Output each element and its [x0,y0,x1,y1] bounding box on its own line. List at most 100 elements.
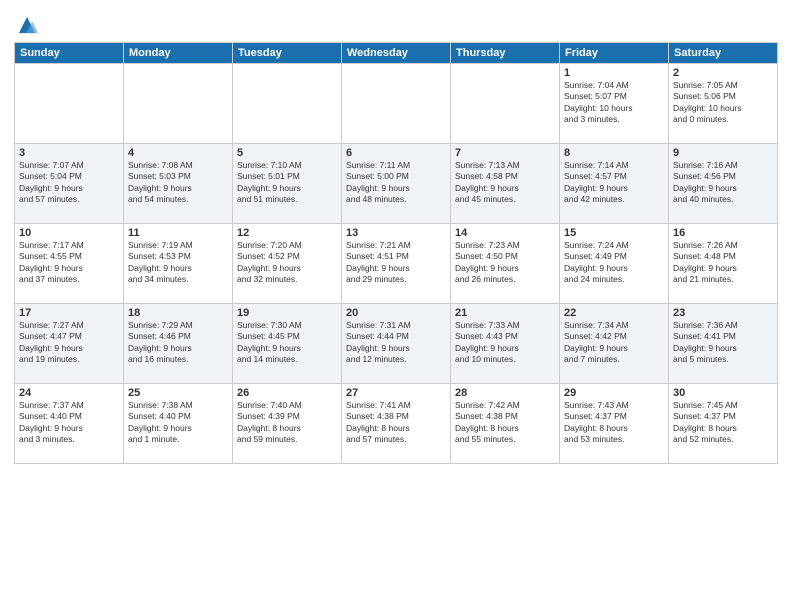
day-info: Sunrise: 7:34 AM Sunset: 4:42 PM Dayligh… [564,320,664,366]
day-number: 19 [237,307,337,319]
calendar-cell: 21Sunrise: 7:33 AM Sunset: 4:43 PM Dayli… [451,304,560,384]
day-number: 5 [237,147,337,159]
day-info: Sunrise: 7:45 AM Sunset: 4:37 PM Dayligh… [673,400,773,446]
day-number: 20 [346,307,446,319]
week-row-3: 10Sunrise: 7:17 AM Sunset: 4:55 PM Dayli… [15,224,778,304]
week-row-2: 3Sunrise: 7:07 AM Sunset: 5:04 PM Daylig… [15,144,778,224]
day-info: Sunrise: 7:26 AM Sunset: 4:48 PM Dayligh… [673,240,773,286]
day-number: 25 [128,387,228,399]
logo-icon [16,14,38,36]
calendar-table: SundayMondayTuesdayWednesdayThursdayFrid… [14,42,778,464]
calendar-cell: 30Sunrise: 7:45 AM Sunset: 4:37 PM Dayli… [669,384,778,464]
calendar-cell [124,64,233,144]
day-info: Sunrise: 7:21 AM Sunset: 4:51 PM Dayligh… [346,240,446,286]
header [14,10,778,36]
day-info: Sunrise: 7:24 AM Sunset: 4:49 PM Dayligh… [564,240,664,286]
day-number: 1 [564,67,664,79]
calendar-cell: 11Sunrise: 7:19 AM Sunset: 4:53 PM Dayli… [124,224,233,304]
day-number: 24 [19,387,119,399]
calendar-cell: 23Sunrise: 7:36 AM Sunset: 4:41 PM Dayli… [669,304,778,384]
calendar-cell: 8Sunrise: 7:14 AM Sunset: 4:57 PM Daylig… [560,144,669,224]
day-number: 30 [673,387,773,399]
calendar-cell: 3Sunrise: 7:07 AM Sunset: 5:04 PM Daylig… [15,144,124,224]
calendar-cell: 6Sunrise: 7:11 AM Sunset: 5:00 PM Daylig… [342,144,451,224]
day-info: Sunrise: 7:29 AM Sunset: 4:46 PM Dayligh… [128,320,228,366]
header-row: SundayMondayTuesdayWednesdayThursdayFrid… [15,43,778,64]
day-info: Sunrise: 7:40 AM Sunset: 4:39 PM Dayligh… [237,400,337,446]
calendar-cell: 20Sunrise: 7:31 AM Sunset: 4:44 PM Dayli… [342,304,451,384]
day-number: 8 [564,147,664,159]
calendar-cell: 18Sunrise: 7:29 AM Sunset: 4:46 PM Dayli… [124,304,233,384]
week-row-1: 1Sunrise: 7:04 AM Sunset: 5:07 PM Daylig… [15,64,778,144]
col-header-saturday: Saturday [669,43,778,64]
calendar-cell: 14Sunrise: 7:23 AM Sunset: 4:50 PM Dayli… [451,224,560,304]
calendar-cell: 25Sunrise: 7:38 AM Sunset: 4:40 PM Dayli… [124,384,233,464]
calendar-cell: 29Sunrise: 7:43 AM Sunset: 4:37 PM Dayli… [560,384,669,464]
day-number: 15 [564,227,664,239]
day-number: 11 [128,227,228,239]
calendar-cell: 15Sunrise: 7:24 AM Sunset: 4:49 PM Dayli… [560,224,669,304]
day-number: 27 [346,387,446,399]
day-info: Sunrise: 7:16 AM Sunset: 4:56 PM Dayligh… [673,160,773,206]
day-info: Sunrise: 7:37 AM Sunset: 4:40 PM Dayligh… [19,400,119,446]
calendar-cell: 12Sunrise: 7:20 AM Sunset: 4:52 PM Dayli… [233,224,342,304]
day-number: 28 [455,387,555,399]
day-info: Sunrise: 7:36 AM Sunset: 4:41 PM Dayligh… [673,320,773,366]
day-number: 22 [564,307,664,319]
day-number: 16 [673,227,773,239]
day-info: Sunrise: 7:33 AM Sunset: 4:43 PM Dayligh… [455,320,555,366]
day-info: Sunrise: 7:14 AM Sunset: 4:57 PM Dayligh… [564,160,664,206]
day-number: 26 [237,387,337,399]
day-info: Sunrise: 7:08 AM Sunset: 5:03 PM Dayligh… [128,160,228,206]
day-number: 14 [455,227,555,239]
calendar-cell: 16Sunrise: 7:26 AM Sunset: 4:48 PM Dayli… [669,224,778,304]
day-info: Sunrise: 7:43 AM Sunset: 4:37 PM Dayligh… [564,400,664,446]
day-info: Sunrise: 7:05 AM Sunset: 5:06 PM Dayligh… [673,80,773,126]
day-info: Sunrise: 7:38 AM Sunset: 4:40 PM Dayligh… [128,400,228,446]
day-info: Sunrise: 7:42 AM Sunset: 4:38 PM Dayligh… [455,400,555,446]
week-row-4: 17Sunrise: 7:27 AM Sunset: 4:47 PM Dayli… [15,304,778,384]
day-number: 23 [673,307,773,319]
col-header-tuesday: Tuesday [233,43,342,64]
day-info: Sunrise: 7:23 AM Sunset: 4:50 PM Dayligh… [455,240,555,286]
calendar-cell: 9Sunrise: 7:16 AM Sunset: 4:56 PM Daylig… [669,144,778,224]
day-info: Sunrise: 7:30 AM Sunset: 4:45 PM Dayligh… [237,320,337,366]
day-number: 18 [128,307,228,319]
day-number: 3 [19,147,119,159]
page: SundayMondayTuesdayWednesdayThursdayFrid… [0,0,792,612]
col-header-monday: Monday [124,43,233,64]
logo [14,14,38,36]
day-number: 12 [237,227,337,239]
day-number: 9 [673,147,773,159]
col-header-sunday: Sunday [15,43,124,64]
day-number: 17 [19,307,119,319]
day-info: Sunrise: 7:10 AM Sunset: 5:01 PM Dayligh… [237,160,337,206]
calendar-cell [15,64,124,144]
day-info: Sunrise: 7:11 AM Sunset: 5:00 PM Dayligh… [346,160,446,206]
calendar-cell: 26Sunrise: 7:40 AM Sunset: 4:39 PM Dayli… [233,384,342,464]
day-info: Sunrise: 7:07 AM Sunset: 5:04 PM Dayligh… [19,160,119,206]
calendar-cell: 13Sunrise: 7:21 AM Sunset: 4:51 PM Dayli… [342,224,451,304]
calendar-cell [233,64,342,144]
day-number: 7 [455,147,555,159]
day-number: 4 [128,147,228,159]
col-header-friday: Friday [560,43,669,64]
day-info: Sunrise: 7:04 AM Sunset: 5:07 PM Dayligh… [564,80,664,126]
calendar-cell [342,64,451,144]
day-number: 6 [346,147,446,159]
day-info: Sunrise: 7:41 AM Sunset: 4:38 PM Dayligh… [346,400,446,446]
day-number: 29 [564,387,664,399]
calendar-cell: 22Sunrise: 7:34 AM Sunset: 4:42 PM Dayli… [560,304,669,384]
day-info: Sunrise: 7:27 AM Sunset: 4:47 PM Dayligh… [19,320,119,366]
calendar-cell: 7Sunrise: 7:13 AM Sunset: 4:58 PM Daylig… [451,144,560,224]
day-info: Sunrise: 7:20 AM Sunset: 4:52 PM Dayligh… [237,240,337,286]
day-number: 2 [673,67,773,79]
calendar-cell: 27Sunrise: 7:41 AM Sunset: 4:38 PM Dayli… [342,384,451,464]
calendar-cell: 5Sunrise: 7:10 AM Sunset: 5:01 PM Daylig… [233,144,342,224]
day-number: 21 [455,307,555,319]
day-info: Sunrise: 7:31 AM Sunset: 4:44 PM Dayligh… [346,320,446,366]
calendar-cell: 4Sunrise: 7:08 AM Sunset: 5:03 PM Daylig… [124,144,233,224]
calendar-cell: 10Sunrise: 7:17 AM Sunset: 4:55 PM Dayli… [15,224,124,304]
calendar-cell: 1Sunrise: 7:04 AM Sunset: 5:07 PM Daylig… [560,64,669,144]
week-row-5: 24Sunrise: 7:37 AM Sunset: 4:40 PM Dayli… [15,384,778,464]
